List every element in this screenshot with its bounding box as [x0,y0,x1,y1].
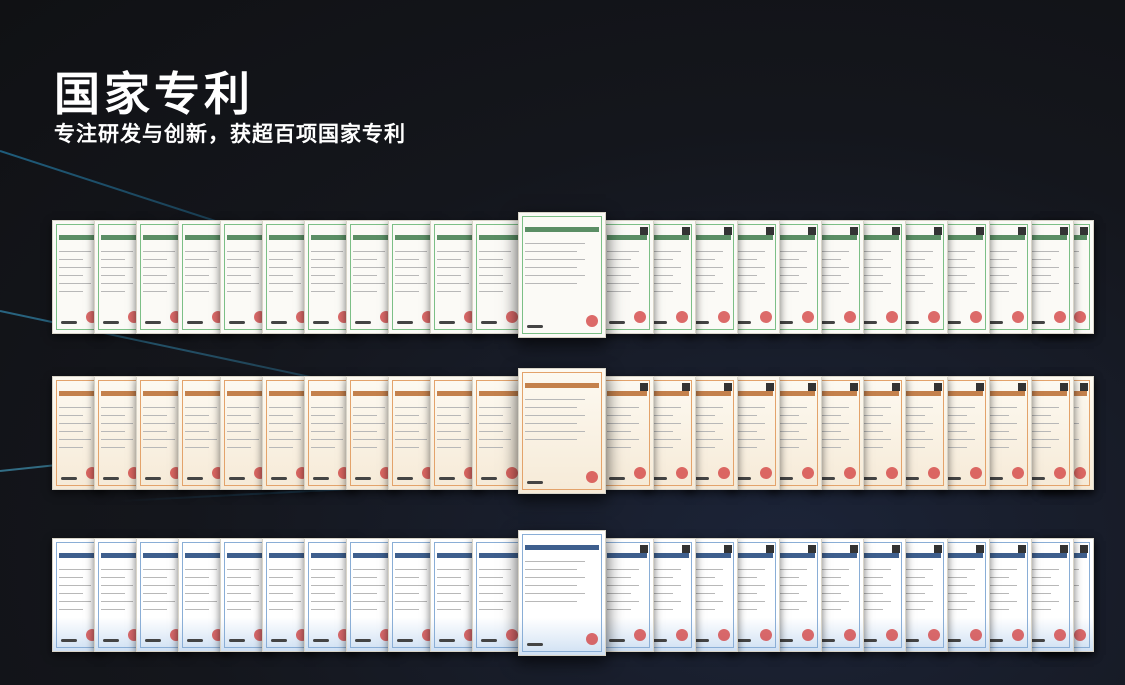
page-subtitle: 专注研发与创新，获超百项国家专利 [54,122,406,146]
certificate-featured [518,212,606,338]
certificate-row-invention [0,368,1125,508]
certificate-card [600,220,654,334]
certificate-card [600,376,654,490]
page-title: 国家专利 [54,67,254,121]
certificate-featured [518,368,606,494]
certificate-featured [518,530,606,656]
certificate-row-design [0,530,1125,670]
certificate-row-utility [0,212,1125,352]
certificate-card [600,538,654,652]
